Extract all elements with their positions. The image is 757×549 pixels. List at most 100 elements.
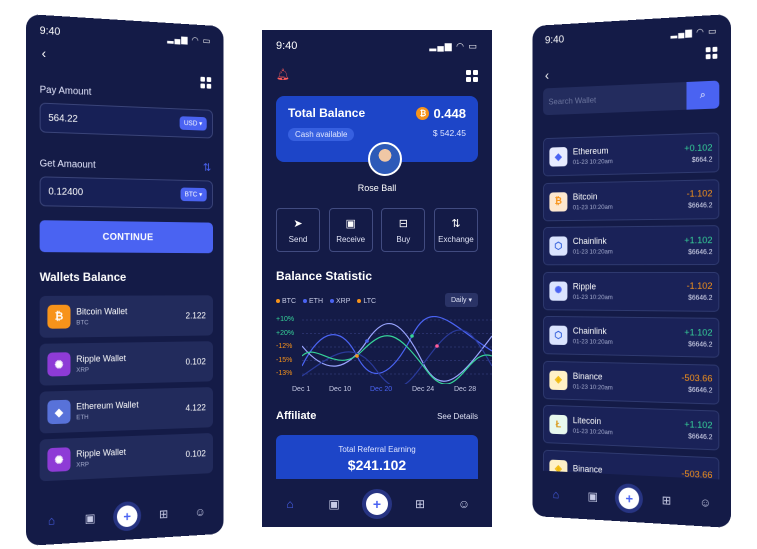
coin-icon: ◆ bbox=[47, 400, 70, 425]
wallet-icon[interactable]: ▣ bbox=[79, 511, 102, 526]
referral-value: $241.102 bbox=[276, 457, 478, 473]
chart-point bbox=[355, 354, 359, 358]
signal-icon: ▂▄▆ ◠ ▭ bbox=[167, 33, 211, 46]
status-bar: 9:40 ▂▄▆ ◠ ▭ bbox=[545, 25, 717, 47]
status-time: 9:40 bbox=[545, 34, 564, 47]
coin-name: Chainlink bbox=[573, 235, 684, 246]
search-input[interactable]: Search Wallet bbox=[543, 82, 686, 115]
coin-name: Bitcoin bbox=[573, 189, 687, 201]
balance-chart bbox=[302, 316, 492, 384]
wallet-name: Bitcoin Wallet bbox=[76, 306, 185, 317]
coin-icon: ✺ bbox=[549, 281, 567, 300]
coin-change: +1.102 bbox=[684, 419, 712, 431]
action-label: Exchange bbox=[438, 235, 474, 244]
add-button[interactable]: + bbox=[366, 493, 388, 515]
send-icon: ➤ bbox=[293, 217, 302, 230]
grid-menu-icon[interactable] bbox=[466, 70, 478, 82]
pay-amount-label: Pay Amount bbox=[40, 85, 92, 98]
add-button[interactable]: + bbox=[619, 487, 639, 510]
grid-menu-icon[interactable] bbox=[200, 77, 211, 89]
y-tick-label: -13% bbox=[276, 370, 292, 377]
see-details-link[interactable]: See Details bbox=[437, 412, 478, 421]
search-button[interactable]: ⌕ bbox=[686, 81, 719, 110]
coin-change: +1.102 bbox=[684, 327, 712, 338]
action-send-button[interactable]: ➤ Send bbox=[276, 208, 320, 252]
y-tick-label: +10% bbox=[276, 316, 294, 323]
wallet-row[interactable]: ₿ Bitcoin Wallet BTC 2.122 bbox=[40, 295, 213, 338]
btc-balance-value: 0.448 bbox=[433, 106, 466, 121]
legend-item: XRP bbox=[330, 298, 350, 305]
get-currency-select[interactable]: BTC ▾ bbox=[180, 187, 207, 201]
legend-item: ETH bbox=[303, 298, 323, 305]
y-tick-label: +20% bbox=[276, 330, 294, 337]
coin-change: -503.66 bbox=[681, 373, 712, 385]
search-bar: Search Wallet ⌕ bbox=[543, 81, 719, 116]
coin-value: $6646.2 bbox=[687, 202, 713, 209]
action-receive-button[interactable]: ▣ Receive bbox=[329, 208, 373, 252]
bottom-nav: ⌂ ▣ + ⊞ ☺ bbox=[26, 488, 224, 546]
legend-item: LTC bbox=[357, 298, 376, 305]
wallet-value: 0.102 bbox=[186, 357, 206, 367]
notification-bell-icon[interactable]: 🔔︎ bbox=[276, 68, 290, 81]
coin-name: Ethereum bbox=[573, 143, 684, 156]
status-time: 9:40 bbox=[276, 40, 297, 52]
status-bar: 9:40 ▂▄▆ ◠ ▭ bbox=[276, 40, 478, 52]
wallet-row[interactable]: ✺ Ripple Wallet XRP 0.102 bbox=[40, 433, 213, 481]
coin-row[interactable]: ◈ Binance 01-23 10:20am -503.66 $6646.2 bbox=[543, 360, 719, 404]
wallet-icon[interactable]: ▣ bbox=[322, 497, 346, 511]
coin-row[interactable]: ⬡ Chainlink 01-23 10:20am +1.102 $6646.2 bbox=[543, 225, 719, 265]
coin-row[interactable]: ◆ Ethereum 01-23 10:20am +0.102 $664.2 bbox=[543, 132, 719, 176]
gift-icon[interactable]: ⊞ bbox=[408, 497, 432, 511]
coin-date: 01-23 10:20am bbox=[573, 338, 684, 347]
action-exchange-button[interactable]: ⇅ Exchange bbox=[434, 208, 478, 252]
coin-icon: ✺ bbox=[47, 352, 70, 376]
wallet-list-screen: 9:40 ▂▄▆ ◠ ▭ ‹ Search Wallet ⌕ ◆ Ethereum… bbox=[532, 14, 731, 528]
swap-icon[interactable]: ⇅ bbox=[203, 161, 211, 174]
search-icon: ⌕ bbox=[700, 89, 706, 102]
coin-row[interactable]: ₿ Bitcoin 01-23 10:20am -1.102 $6646.2 bbox=[543, 179, 719, 221]
back-arrow-icon[interactable]: ‹ bbox=[42, 45, 47, 61]
wallet-name: Ripple Wallet bbox=[76, 352, 185, 364]
coin-value: $6646.2 bbox=[687, 295, 713, 302]
avatar[interactable] bbox=[368, 142, 402, 176]
action-label: Receive bbox=[336, 235, 365, 244]
action-buy-button[interactable]: ⊟ Buy bbox=[381, 208, 425, 252]
showcase-stage: 9:40 ▂▄▆ ◠ ▭ ‹ Pay Amount 564.22 USD ▾ G… bbox=[0, 0, 757, 549]
period-select[interactable]: Daily ▾ bbox=[445, 293, 478, 307]
coin-icon: ₿ bbox=[549, 192, 567, 211]
legend-item: BTC bbox=[276, 298, 296, 305]
wallet-icon[interactable]: ▣ bbox=[582, 489, 604, 504]
cart-icon: ⊟ bbox=[399, 217, 408, 230]
continue-button[interactable]: CONTINUE bbox=[40, 220, 213, 253]
coin-value: $6646.2 bbox=[684, 341, 712, 348]
coin-date: 01-23 10:20am bbox=[573, 428, 684, 439]
profile-icon[interactable]: ☺ bbox=[189, 505, 211, 520]
gift-icon[interactable]: ⊞ bbox=[153, 507, 175, 522]
coin-change: +0.102 bbox=[684, 142, 712, 154]
get-amount-input[interactable]: 0.12400 BTC ▾ bbox=[40, 176, 213, 209]
coin-icon: ◆ bbox=[549, 147, 567, 167]
wallet-value: 0.102 bbox=[186, 449, 206, 459]
gift-icon[interactable]: ⊞ bbox=[655, 493, 678, 508]
bottom-nav: ⌂ ▣ + ⊞ ☺ bbox=[262, 481, 492, 527]
profile-icon[interactable]: ☺ bbox=[452, 497, 476, 511]
coin-row[interactable]: ✺ Ripple 01-23 10:20am -1.102 $6646.2 bbox=[543, 271, 719, 311]
grid-menu-icon[interactable] bbox=[706, 47, 718, 60]
coin-icon: ₿ bbox=[47, 305, 70, 329]
wallet-icon: ▣ bbox=[345, 217, 355, 230]
home-icon[interactable]: ⌂ bbox=[40, 513, 63, 528]
home-icon[interactable]: ⌂ bbox=[545, 487, 567, 502]
coin-row[interactable]: ⬡ Chainlink 01-23 10:20am +1.102 $6646.2 bbox=[543, 316, 719, 358]
add-button[interactable]: + bbox=[117, 505, 138, 528]
wallet-symbol: BTC bbox=[76, 318, 185, 326]
action-label: Send bbox=[289, 235, 308, 244]
wallet-list: ₿ Bitcoin Wallet BTC 2.122 ✺ Ripple Wallet XRP… bbox=[26, 14, 224, 26]
profile-icon[interactable]: ☺ bbox=[694, 495, 717, 510]
pay-currency-select[interactable]: USD ▾ bbox=[179, 116, 206, 130]
coin-row[interactable]: Ł Litecoin 01-23 10:20am +1.102 $6646.2 bbox=[543, 405, 719, 451]
wallet-row[interactable]: ◆ Ethereum Wallet ETH 4.122 bbox=[40, 387, 213, 433]
back-arrow-icon[interactable]: ‹ bbox=[545, 67, 549, 83]
wallet-row[interactable]: ✺ Ripple Wallet XRP 0.102 bbox=[40, 341, 213, 385]
pay-amount-input[interactable]: 564.22 USD ▾ bbox=[40, 103, 213, 139]
home-icon[interactable]: ⌂ bbox=[278, 497, 302, 511]
